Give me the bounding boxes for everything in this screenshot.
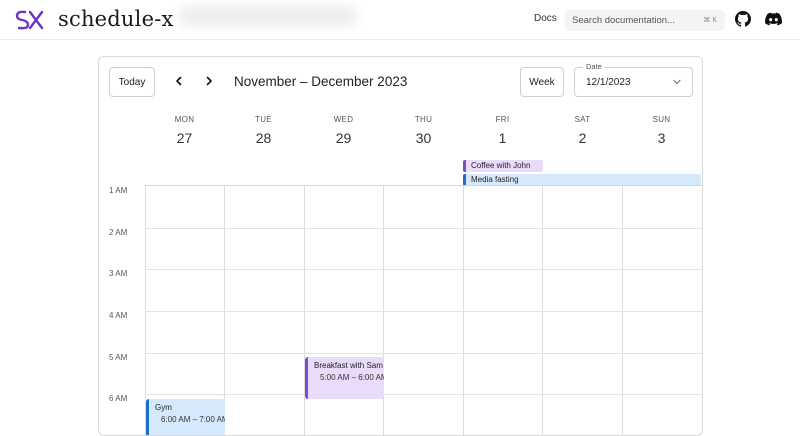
date-picker-field[interactable]: Date 12/1/2023 (574, 62, 693, 97)
next-week-button[interactable] (202, 74, 216, 88)
day-number: 2 (578, 130, 587, 146)
day-name: SUN (652, 115, 671, 124)
week-grid[interactable] (145, 185, 702, 435)
view-selector[interactable]: Week (520, 67, 564, 97)
day-header-fri: FRI 1 (463, 115, 542, 146)
day-name: SAT (574, 115, 591, 124)
date-field-label: Date (583, 62, 605, 71)
day-number: 1 (498, 130, 507, 146)
timed-event[interactable]: Gym 6:00 AM – 7:00 AM (146, 399, 225, 435)
hour-label: 3 AM (109, 269, 128, 278)
event-time: 5:00 AM – 6:00 AM (314, 373, 384, 382)
search-shortcut: ⌘ K (703, 17, 717, 24)
event-time-text: 6:00 AM – 7:00 AM (161, 415, 225, 424)
date-field-value: 12/1/2023 (586, 77, 631, 88)
day-number: 30 (415, 130, 432, 146)
grid-line (145, 311, 702, 312)
hour-label: 6 AM (109, 394, 128, 403)
today-button[interactable]: Today (109, 67, 155, 97)
brand-name[interactable]: schedule-x (58, 7, 174, 31)
grid-line (145, 228, 702, 229)
day-number: 27 (176, 130, 193, 146)
chevron-down-icon (673, 79, 681, 85)
day-number: 3 (657, 130, 666, 146)
day-name: THU (414, 115, 433, 124)
hour-label: 4 AM (109, 311, 128, 320)
day-name: TUE (255, 115, 272, 124)
day-name: FRI (495, 115, 510, 124)
date-range-title: November – December 2023 (234, 74, 408, 89)
chevron-left-icon (176, 76, 182, 86)
top-nav: schedule-x Docs Search documentation... … (0, 0, 800, 40)
search-input[interactable]: Search documentation... ⌘ K (565, 10, 725, 31)
allday-event[interactable]: Coffee with John (463, 160, 543, 172)
day-name: WED (333, 115, 354, 124)
event-title: Breakfast with Sam (314, 361, 383, 370)
hour-label: 2 AM (109, 228, 128, 237)
search-placeholder: Search documentation... (572, 15, 675, 26)
hour-label: 1 AM (109, 186, 128, 195)
docs-link[interactable]: Docs (534, 13, 557, 24)
discord-icon[interactable] (765, 12, 782, 26)
grid-line (145, 394, 702, 395)
day-header-mon: MON 27 (145, 115, 224, 146)
day-header-tue: TUE 28 (224, 115, 303, 146)
blurred-nav-area (178, 6, 358, 26)
hour-label: 5 AM (109, 353, 128, 362)
chevron-right-icon (206, 76, 212, 86)
day-header-thu: THU 30 (384, 115, 463, 146)
logo-icon[interactable] (14, 8, 44, 32)
grid-line (145, 353, 702, 354)
day-header-sat: SAT 2 (543, 115, 622, 146)
event-time-text: 5:00 AM – 6:00 AM (320, 373, 384, 382)
prev-week-button[interactable] (172, 74, 186, 88)
day-number: 29 (335, 130, 352, 146)
day-header-sun: SUN 3 (622, 115, 701, 146)
github-icon[interactable] (735, 11, 751, 27)
timed-event[interactable]: Breakfast with Sam 5:00 AM – 6:00 AM (305, 357, 384, 399)
day-header-wed: WED 29 (304, 115, 383, 146)
grid-line (145, 269, 702, 270)
event-title: Gym (155, 403, 172, 412)
day-name: MON (174, 115, 195, 124)
event-time: 6:00 AM – 7:00 AM (155, 415, 225, 424)
day-number: 28 (255, 130, 272, 146)
calendar: Today November – December 2023 Week Date… (98, 56, 703, 436)
